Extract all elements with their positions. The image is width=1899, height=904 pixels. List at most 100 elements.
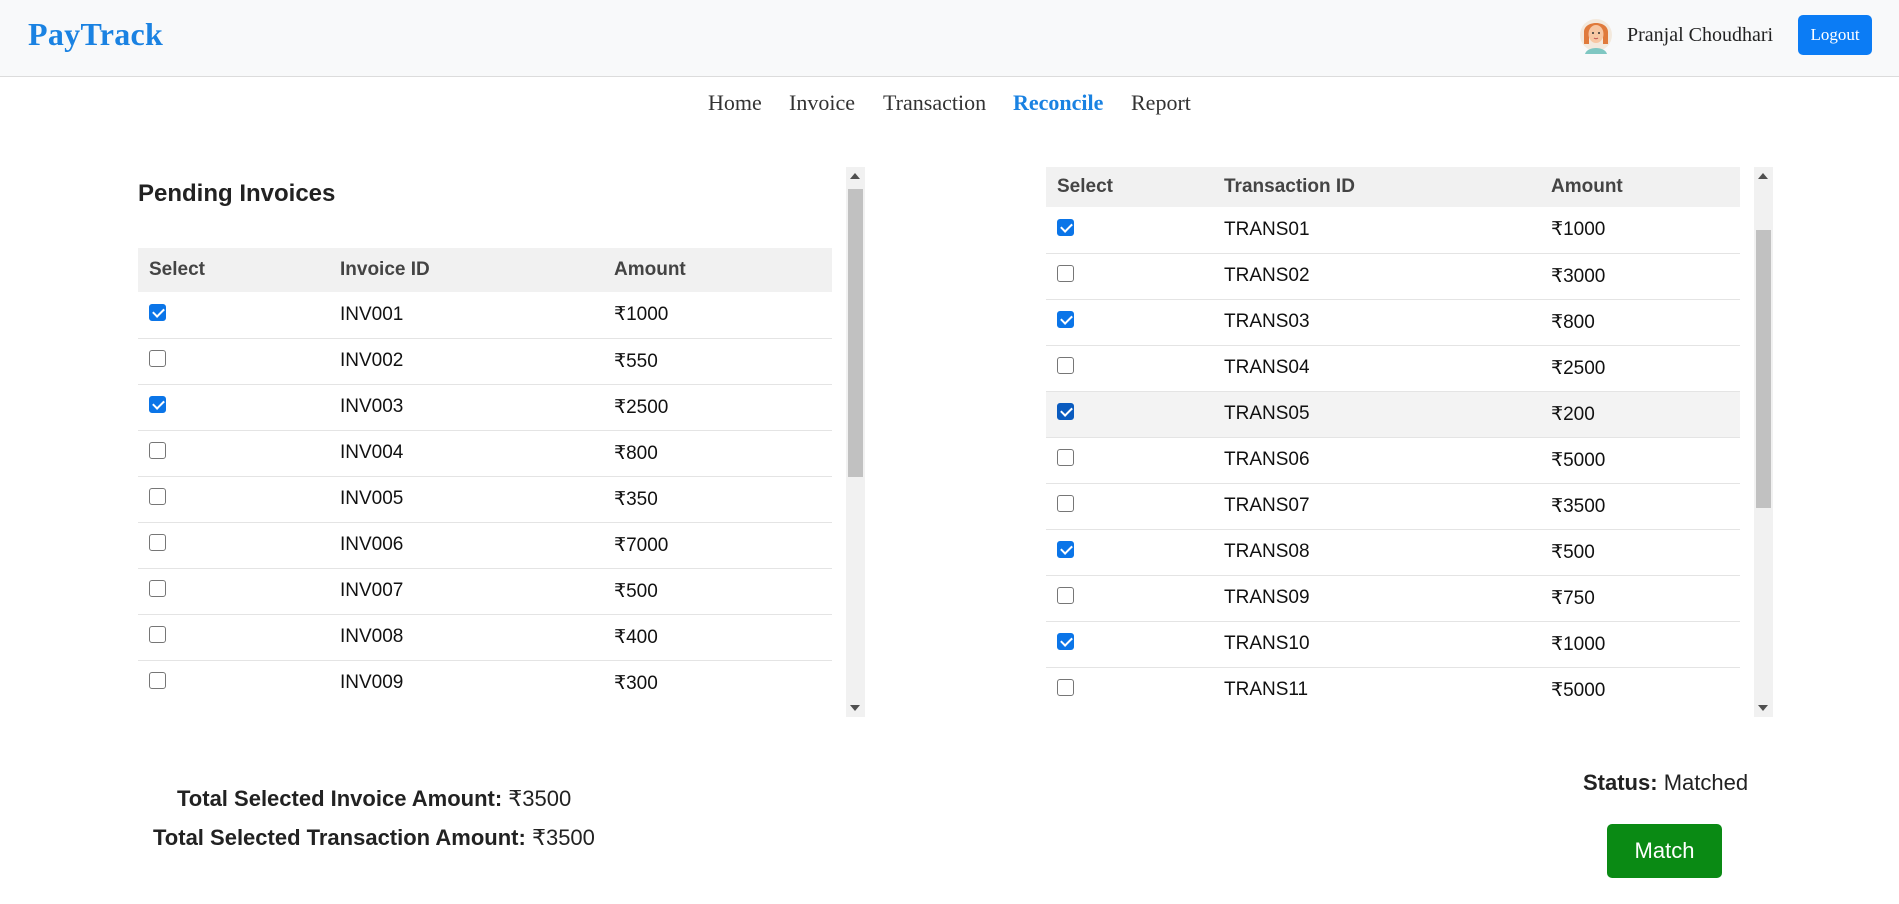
table-row[interactable]: TRANS03 ₹800 [1046,299,1740,346]
invoice-id-cell: INV004 [329,430,603,477]
transactions-scrollbar[interactable] [1754,167,1773,717]
select-cell [138,292,329,339]
row-checkbox[interactable] [1057,311,1074,329]
row-checkbox[interactable] [1057,587,1074,605]
row-checkbox[interactable] [1057,495,1074,513]
amount-cell: ₹1000 [603,292,832,339]
row-checkbox[interactable] [149,626,166,644]
table-row[interactable]: TRANS02 ₹3000 [1046,253,1740,300]
total-invoice-value: ₹3500 [508,786,572,811]
select-cell [138,660,329,706]
amount-cell: ₹500 [1540,529,1740,576]
invoice-id-cell: INV009 [329,660,603,706]
table-row[interactable]: INV009 ₹300 [138,660,832,706]
column-header-transaction-id[interactable]: Transaction ID [1213,167,1540,207]
invoice-id-cell: INV005 [329,476,603,523]
amount-cell: ₹2500 [603,384,832,431]
table-row[interactable]: TRANS08 ₹500 [1046,529,1740,576]
transaction-id-cell: TRANS06 [1213,437,1540,484]
select-cell [1046,529,1213,576]
amount-cell: ₹550 [603,338,832,385]
column-header-select[interactable]: Select [138,248,329,292]
scroll-up-arrow-icon[interactable] [1758,173,1768,179]
table-row[interactable]: INV004 ₹800 [138,430,832,477]
row-checkbox[interactable] [149,534,166,552]
table-row[interactable]: INV005 ₹350 [138,476,832,523]
row-checkbox[interactable] [1057,633,1074,651]
select-cell [1046,667,1213,712]
user-avatar-icon [1580,19,1612,54]
nav-invoice[interactable]: Invoice [789,90,855,116]
row-checkbox[interactable] [149,304,166,322]
table-header-row: Select Invoice ID Amount [138,248,832,292]
scroll-down-arrow-icon[interactable] [1758,705,1768,711]
row-checkbox[interactable] [1057,265,1074,283]
nav-home[interactable]: Home [708,90,762,116]
invoices-table: Select Invoice ID Amount INV001 ₹1000 INV0… [138,248,832,706]
amount-cell: ₹200 [1540,391,1740,438]
table-row[interactable]: TRANS06 ₹5000 [1046,437,1740,484]
column-header-amount[interactable]: Amount [603,248,832,292]
status-indicator: Status: Matched [1583,770,1748,796]
row-checkbox[interactable] [149,488,166,506]
invoice-id-cell: INV003 [329,384,603,431]
nav-transaction[interactable]: Transaction [883,90,986,116]
scroll-up-arrow-icon[interactable] [850,173,860,179]
match-button[interactable]: Match [1607,824,1722,878]
row-checkbox[interactable] [1057,357,1074,375]
table-row[interactable]: INV007 ₹500 [138,568,832,615]
select-cell [138,430,329,477]
invoices-scrollbar[interactable] [846,167,865,717]
select-cell [138,476,329,523]
amount-cell: ₹3000 [1540,253,1740,300]
amount-cell: ₹5000 [1540,437,1740,484]
table-row[interactable]: INV001 ₹1000 [138,292,832,339]
amount-cell: ₹3500 [1540,483,1740,530]
select-cell [1046,345,1213,392]
table-row[interactable]: TRANS10 ₹1000 [1046,621,1740,668]
total-invoice-amount: Total Selected Invoice Amount: ₹3500 [177,786,571,812]
select-cell [1046,437,1213,484]
table-row[interactable]: INV002 ₹550 [138,338,832,385]
row-checkbox[interactable] [1057,403,1074,421]
row-checkbox[interactable] [149,580,166,598]
nav-report[interactable]: Report [1131,90,1191,116]
select-cell [1046,575,1213,622]
row-checkbox[interactable] [1057,541,1074,559]
table-row[interactable]: INV008 ₹400 [138,614,832,661]
invoices-table-container[interactable]: Select Invoice ID Amount INV001 ₹1000 INV0… [138,248,832,706]
column-header-select[interactable]: Select [1046,167,1213,207]
column-header-amount[interactable]: Amount [1540,167,1740,207]
table-row[interactable]: TRANS07 ₹3500 [1046,483,1740,530]
table-row[interactable]: TRANS01 ₹1000 [1046,207,1740,254]
table-row[interactable]: TRANS09 ₹750 [1046,575,1740,622]
scroll-thumb[interactable] [848,189,863,477]
scroll-thumb[interactable] [1756,230,1771,508]
select-cell [1046,253,1213,300]
row-checkbox[interactable] [1057,449,1074,467]
row-checkbox[interactable] [149,672,166,690]
nav-reconcile[interactable]: Reconcile [1013,90,1103,116]
brand-logo[interactable]: PayTrack [28,16,163,53]
row-checkbox[interactable] [1057,679,1074,697]
table-row[interactable]: TRANS11 ₹5000 [1046,667,1740,712]
amount-cell: ₹500 [603,568,832,615]
table-row[interactable]: INV003 ₹2500 [138,384,832,431]
total-transaction-label: Total Selected Transaction Amount: [153,825,526,850]
amount-cell: ₹800 [1540,299,1740,346]
transactions-table-container[interactable]: Select Transaction ID Amount TRANS01 ₹100… [1046,167,1740,712]
row-checkbox[interactable] [149,442,166,460]
table-row[interactable]: INV006 ₹7000 [138,522,832,569]
transaction-id-cell: TRANS09 [1213,575,1540,622]
table-row[interactable]: TRANS05 ₹200 [1046,391,1740,438]
table-header-row: Select Transaction ID Amount [1046,167,1740,207]
row-checkbox[interactable] [1057,219,1074,237]
row-checkbox[interactable] [149,396,166,414]
logout-button[interactable]: Logout [1798,15,1872,55]
row-checkbox[interactable] [149,350,166,368]
table-row[interactable]: TRANS04 ₹2500 [1046,345,1740,392]
column-header-invoice-id[interactable]: Invoice ID [329,248,603,292]
transaction-id-cell: TRANS01 [1213,207,1540,254]
main-nav: Home Invoice Transaction Reconcile Repor… [0,90,1899,120]
scroll-down-arrow-icon[interactable] [850,705,860,711]
